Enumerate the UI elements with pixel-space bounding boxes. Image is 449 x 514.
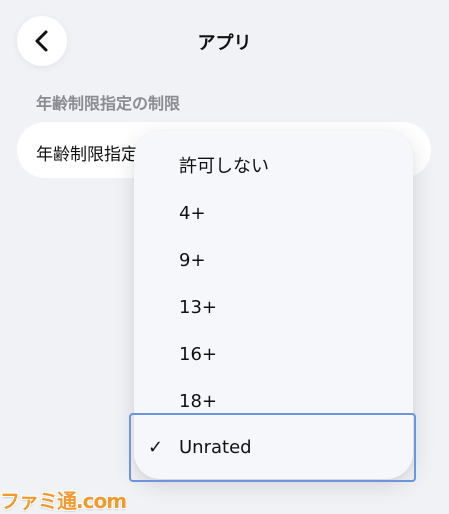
menu-item-label: 16+ bbox=[179, 343, 217, 365]
selection-highlight bbox=[129, 413, 416, 482]
page-title: アプリ bbox=[197, 33, 252, 54]
menu-item-label: 許可しない bbox=[179, 156, 269, 177]
menu-item-label: 4+ bbox=[179, 202, 206, 224]
watermark-logo: ファミ通.com bbox=[0, 488, 127, 513]
age-rating-row-label: 年齢制限指定 bbox=[36, 145, 138, 165]
menu-item-label: 9+ bbox=[179, 249, 206, 271]
menu-item-label: 18+ bbox=[179, 390, 217, 412]
menu-item-dont-allow[interactable]: 許可しない bbox=[134, 142, 413, 188]
menu-item-label: 13+ bbox=[179, 296, 217, 318]
menu-item-13plus[interactable]: 13+ bbox=[134, 284, 413, 330]
menu-item-9plus[interactable]: 9+ bbox=[134, 237, 413, 283]
section-header: 年齢制限指定の制限 bbox=[36, 94, 181, 113]
menu-item-16plus[interactable]: 16+ bbox=[134, 331, 413, 377]
menu-item-4plus[interactable]: 4+ bbox=[134, 190, 413, 236]
